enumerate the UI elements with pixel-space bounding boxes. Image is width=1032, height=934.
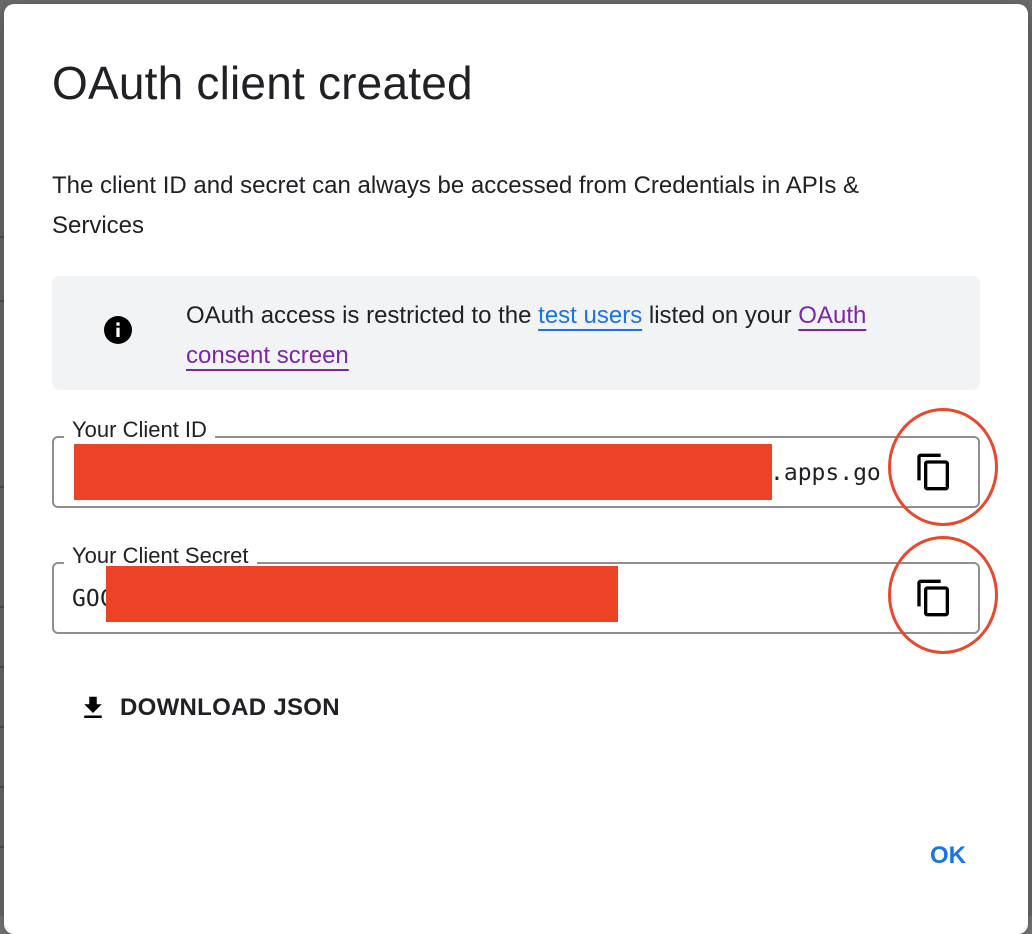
info-text-middle: listed on your (642, 302, 799, 329)
client-id-field[interactable]: Your Client ID ( .apps.go (52, 416, 980, 508)
redaction-bar (106, 566, 618, 622)
client-id-visible-suffix: .apps.go (770, 460, 881, 486)
download-json-label: DOWNLOAD JSON (120, 694, 340, 721)
client-id-label: Your Client ID (64, 416, 215, 444)
test-users-link[interactable]: test users (538, 302, 642, 329)
client-secret-field[interactable]: Your Client Secret GOC (52, 542, 980, 634)
annotation-circle (888, 536, 998, 654)
annotation-circle (888, 408, 998, 526)
info-icon (104, 316, 132, 344)
info-notice: OAuth access is restricted to the test u… (52, 276, 980, 390)
info-text-before: OAuth access is restricted to the (186, 302, 539, 329)
info-notice-text: OAuth access is restricted to the test u… (186, 296, 946, 376)
download-icon (84, 696, 102, 718)
ok-button[interactable]: OK (922, 838, 974, 874)
dialog-title: OAuth client created (52, 57, 473, 109)
oauth-client-created-dialog: OAuth client created The client ID and s… (4, 4, 1028, 934)
redaction-bar (74, 444, 772, 500)
download-json-button[interactable]: DOWNLOAD JSON (78, 690, 340, 726)
dialog-description: The client ID and secret can always be a… (52, 172, 860, 239)
